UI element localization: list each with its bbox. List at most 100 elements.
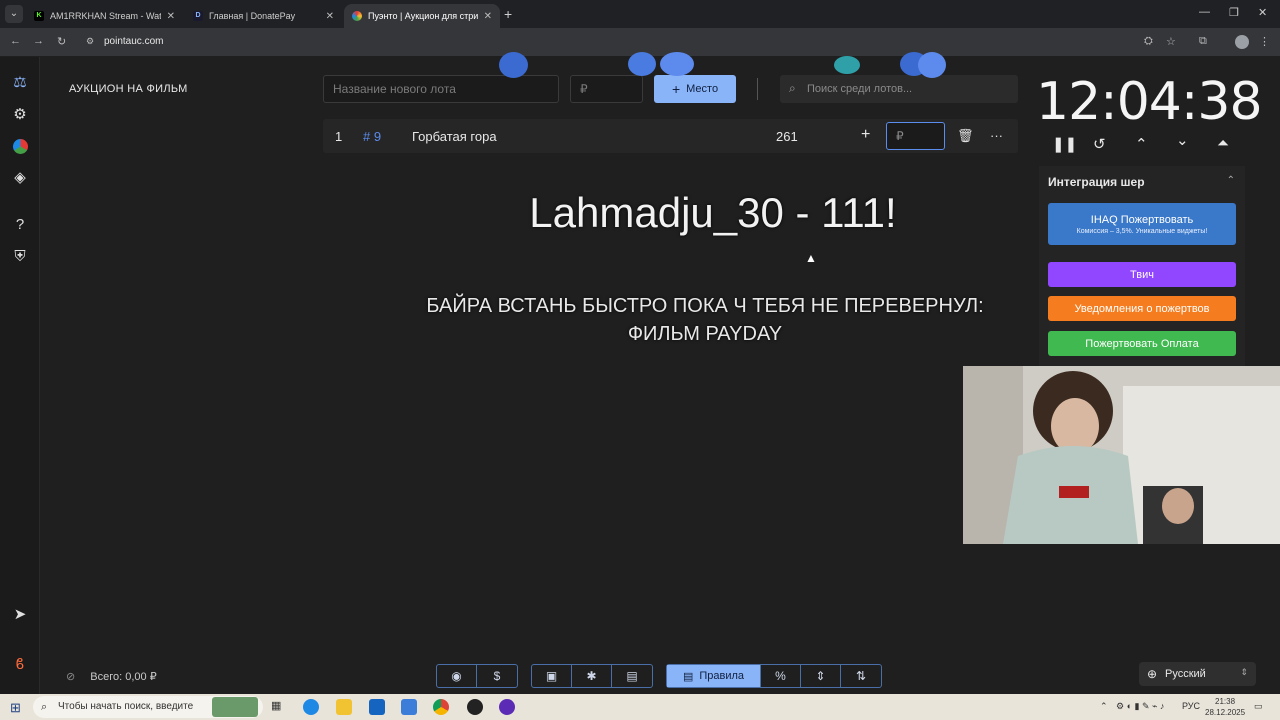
translate-icon[interactable]: ⛭ [1144, 35, 1153, 48]
collapse-icon[interactable]: ⌃ [1227, 175, 1235, 186]
browser-menu-icon[interactable]: ⋮ [1259, 35, 1270, 48]
windows-start-icon[interactable]: ⊞ [10, 700, 21, 716]
browser-tab-strip: ⌄ K AM1RRKHAN Stream - Watch L ✕ D Главн… [0, 0, 1280, 28]
gavel-icon[interactable]: ⚖ [10, 73, 30, 93]
double-chevron-up-icon[interactable]: ⏶ [1217, 135, 1229, 152]
search-placeholder: Поиск среди лотов... [807, 83, 913, 95]
telegram-icon[interactable]: ➤ [10, 605, 30, 625]
add-place-button[interactable]: + Место [654, 75, 736, 103]
archive-icon[interactable]: ▤ [612, 665, 652, 687]
sort-icon[interactable]: ⇅ [841, 665, 881, 687]
edge-icon[interactable] [303, 699, 319, 715]
back-icon[interactable]: ← [10, 35, 21, 47]
divider [757, 78, 758, 100]
tray-chevron-icon[interactable]: ⌃ [1100, 701, 1108, 712]
donate-pay-label: Пожертвовать Оплата [1085, 337, 1199, 350]
notifications-icon[interactable]: ▭ [1254, 701, 1263, 712]
rules-icon: ▤ [682, 670, 694, 683]
windows-taskbar: ⊞ ⌕ Чтобы начать поиск, введите ▦ ⌃ ⚙ ◐ … [0, 694, 1280, 720]
wheel-icon[interactable] [10, 137, 30, 157]
lot-bid-input[interactable]: ₽ [886, 122, 945, 150]
total-sum: ⊘ Всего: 0,00 ₽ [66, 670, 157, 683]
percent-icon[interactable]: % [761, 665, 801, 687]
lot-id[interactable]: # 9 [363, 129, 381, 144]
new-tab-icon[interactable]: + [504, 6, 512, 22]
new-lot-amount-input[interactable] [570, 75, 643, 103]
help-icon[interactable]: ? [10, 215, 30, 235]
bug-icon[interactable]: ✱ [572, 665, 612, 687]
donatepay-favicon-icon: D [193, 11, 203, 21]
minimize-icon[interactable]: — [1199, 6, 1210, 18]
lot-name[interactable]: Горбатая гора [412, 129, 497, 144]
profile-avatar[interactable] [1235, 35, 1249, 49]
ihaq-label: IHAQ Пожертвовать [1090, 213, 1194, 226]
obs-icon[interactable] [467, 699, 483, 715]
tab-title: Главная | DonatePay [209, 11, 296, 21]
lot-search-input[interactable]: ⌕ Поиск среди лотов... [780, 75, 1018, 103]
tray-icons[interactable]: ⚙ ◐ ▮ ✎ ⌁ ♪ [1116, 701, 1164, 712]
chrome-icon[interactable] [433, 699, 449, 715]
app-icon[interactable] [401, 699, 417, 715]
close-tab-icon[interactable]: ✕ [484, 11, 492, 22]
settings-gear-icon[interactable]: ⚙ [10, 105, 30, 125]
shield-icon[interactable]: ⛨ [10, 247, 30, 267]
close-tab-icon[interactable]: ✕ [326, 11, 334, 22]
donation-alerts-button[interactable]: Уведомления о пожертвов [1048, 296, 1236, 321]
more-options-icon[interactable]: ··· [990, 128, 1003, 143]
language-select[interactable]: ⊕ Русский ⇕ [1139, 662, 1256, 686]
new-lot-name-input[interactable] [323, 75, 559, 103]
task-view-icon[interactable]: ▦ [271, 699, 287, 715]
page-title: АУКЦИОН НА ФИЛЬМ [69, 83, 188, 95]
github-icon[interactable]: ◉ [437, 665, 477, 687]
app-icon[interactable] [499, 699, 515, 715]
twitch-button[interactable]: Твич [1048, 262, 1236, 287]
layers-icon[interactable]: ◈ [10, 168, 30, 188]
address-bar[interactable]: pointauc.com [104, 36, 163, 47]
restore-icon[interactable]: ❐ [1229, 6, 1239, 19]
ihaq-donate-button[interactable]: IHAQ Пожертвовать Комиссия – 3,5%. Уника… [1048, 203, 1236, 245]
boosty-icon[interactable]: ϐ [10, 655, 30, 675]
tab-title: AM1RRKHAN Stream - Watch L [50, 11, 161, 21]
chevron-down-icon[interactable]: ⌄ [1176, 131, 1189, 149]
rules-button[interactable]: ▤ Правила [667, 665, 761, 687]
reset-icon[interactable]: ↺ [1093, 135, 1106, 153]
forward-icon[interactable]: → [33, 35, 44, 47]
auction-timer: 12:04:38 [1036, 72, 1263, 132]
winner-announcement: Lahmadju_30 - 111! [529, 189, 897, 236]
widgets-icon[interactable] [212, 697, 258, 717]
eye-off-icon[interactable]: ⊘ [66, 671, 75, 683]
tab-search-button[interactable]: ⌄ [5, 5, 23, 23]
taskbar-clock[interactable]: 21:38 28.12.2025 [1205, 696, 1245, 718]
compress-icon[interactable]: ⇕ [801, 665, 841, 687]
close-window-icon[interactable]: ✕ [1258, 6, 1267, 19]
mouse-cursor-icon: ▲ [805, 251, 817, 265]
chevron-up-icon[interactable]: ⌃ [1135, 135, 1148, 153]
rules-label: Правила [699, 670, 745, 682]
lot-amount: 261 [776, 129, 798, 144]
language-label: Русский [1165, 668, 1206, 680]
extensions-icon[interactable]: ⧉ [1199, 35, 1207, 48]
close-tab-icon[interactable]: ✕ [167, 11, 175, 22]
donate-pay-button[interactable]: Пожертвовать Оплата [1048, 331, 1236, 356]
tab-title: Пуэнто | Аукцион для стриме [368, 11, 478, 21]
tab-pointauc[interactable]: Пуэнто | Аукцион для стриме ✕ [344, 4, 500, 28]
site-info-icon[interactable]: ⚙ [86, 36, 94, 47]
save-icon[interactable]: ▣ [532, 665, 572, 687]
tab-kick-stream[interactable]: K AM1RRKHAN Stream - Watch L ✕ [26, 4, 183, 28]
tab-donatepay[interactable]: D Главная | DonatePay ✕ [185, 4, 342, 28]
dollar-icon[interactable]: $ [477, 665, 517, 687]
clock-date: 28.12.2025 [1205, 708, 1246, 717]
file-explorer-icon[interactable] [336, 699, 352, 715]
search-icon: ⌕ [41, 701, 48, 713]
input-language[interactable]: РУС [1182, 701, 1200, 711]
decorative-bubble [660, 52, 694, 76]
lot-rank: 1 [335, 129, 343, 144]
search-icon: ⌕ [789, 81, 796, 95]
store-icon[interactable] [369, 699, 385, 715]
pause-icon[interactable]: ❚❚ [1052, 135, 1077, 153]
add-amount-icon[interactable]: + [861, 126, 870, 144]
bookmark-star-icon[interactable]: ☆ [1166, 35, 1176, 48]
trash-icon[interactable]: 🗑 [957, 128, 974, 144]
donation-message: БАЙРА ВСТАНЬ БЫСТРО ПОКА Ч ТЕБЯ НЕ ПЕРЕВ… [426, 295, 984, 345]
reload-icon[interactable]: ↻ [57, 35, 66, 48]
